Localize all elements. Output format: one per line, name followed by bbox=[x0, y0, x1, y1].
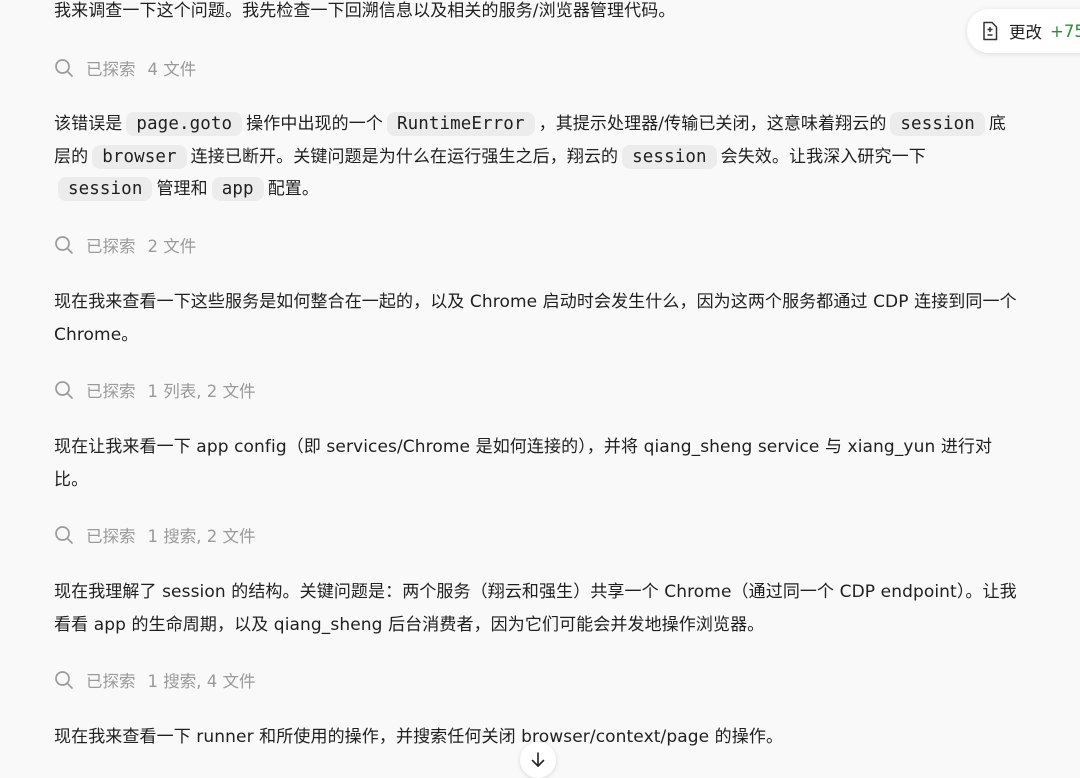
message-text: 现在让我来看一下 app config（即 services/Chrome 是如… bbox=[54, 437, 993, 490]
explored-label: 已探索 bbox=[86, 60, 136, 79]
message-text: 现在我来查看一下这些服务是如何整合在一起的，以及 Chrome 启动时会发生什么… bbox=[54, 292, 1017, 345]
search-icon bbox=[55, 526, 73, 544]
message-text: 该错误是 bbox=[54, 114, 123, 134]
inline-code: session bbox=[58, 177, 153, 201]
explored-label: 已探索 bbox=[86, 527, 136, 546]
assistant-message: 现在我理解了 session 的结构。关键问题是：两个服务（翔云和强生）共享一个… bbox=[54, 576, 1019, 641]
message-text: 现在我来查看一下 runner 和所使用的操作，并搜索任何关闭 browser/… bbox=[54, 727, 784, 747]
message-text: 操作中出现的一个 bbox=[246, 114, 383, 134]
explored-summary[interactable]: 已探索 2 文件 bbox=[54, 232, 196, 258]
message-text: 会失效。让我深入研究一下 bbox=[720, 146, 926, 167]
changes-label: 更改 bbox=[1009, 23, 1042, 42]
assistant-message: 我来调查一下这个问题。我先检查一下回溯信息以及相关的服务/浏览器管理代码。 bbox=[54, 0, 1019, 28]
explored-summary[interactable]: 已探索 1 搜索, 2 文件 bbox=[54, 522, 255, 548]
message-text: 管理和 bbox=[156, 179, 208, 199]
changes-button[interactable]: 更改 +75 bbox=[967, 9, 1080, 53]
inline-code: session bbox=[890, 112, 985, 136]
assistant-message: 现在我来查看一下这些服务是如何整合在一起的，以及 Chrome 启动时会发生什么… bbox=[54, 286, 1019, 351]
assistant-message: 该错误是 page.goto 操作中出现的一个 RuntimeError ，其提示处理器… bbox=[54, 108, 1019, 206]
inline-code: page.goto bbox=[126, 112, 243, 136]
search-icon bbox=[55, 381, 73, 399]
explored-summary[interactable]: 已探索 1 搜索, 4 文件 bbox=[54, 667, 255, 693]
explored-detail: 1 列表, 2 文件 bbox=[147, 382, 256, 401]
changes-count: +75 bbox=[1050, 21, 1080, 41]
scroll-to-bottom-button[interactable] bbox=[520, 742, 556, 778]
explored-summary[interactable]: 已探索 4 文件 bbox=[54, 55, 196, 81]
inline-code: app bbox=[211, 177, 264, 201]
message-text: 连接已断开。关键问题是为什么在运行强生之后，翔云的 bbox=[190, 146, 619, 167]
search-icon bbox=[55, 59, 73, 77]
explored-detail: 1 搜索, 2 文件 bbox=[147, 527, 256, 546]
explored-detail: 2 文件 bbox=[147, 237, 197, 256]
message-text: 现在我理解了 session 的结构。关键问题是：两个服务（翔云和强生）共享一个… bbox=[54, 582, 1017, 635]
message-text: 我来调查一下这个问题。我先检查一下回溯信息以及相关的服务/浏览器管理代码。 bbox=[54, 1, 676, 21]
file-diff-icon bbox=[983, 21, 998, 41]
search-icon bbox=[55, 671, 73, 689]
assistant-message: 现在让我来看一下 app config（即 services/Chrome 是如… bbox=[54, 431, 1019, 496]
explored-label: 已探索 bbox=[86, 382, 136, 401]
search-icon bbox=[55, 236, 73, 254]
inline-code: session bbox=[622, 144, 717, 169]
message-text: 配置。 bbox=[267, 179, 319, 199]
inline-code: RuntimeError bbox=[386, 112, 535, 136]
explored-detail: 1 搜索, 4 文件 bbox=[147, 672, 256, 691]
arrow-down-icon bbox=[531, 752, 545, 767]
explored-detail: 4 文件 bbox=[147, 60, 197, 79]
inline-code: browser bbox=[92, 144, 187, 169]
explored-label: 已探索 bbox=[86, 237, 136, 256]
explored-label: 已探索 bbox=[86, 672, 136, 691]
explored-summary[interactable]: 已探索 1 列表, 2 文件 bbox=[54, 377, 255, 403]
message-text: ，其提示处理器/传输已关闭，这意味着翔云的 bbox=[538, 114, 887, 134]
